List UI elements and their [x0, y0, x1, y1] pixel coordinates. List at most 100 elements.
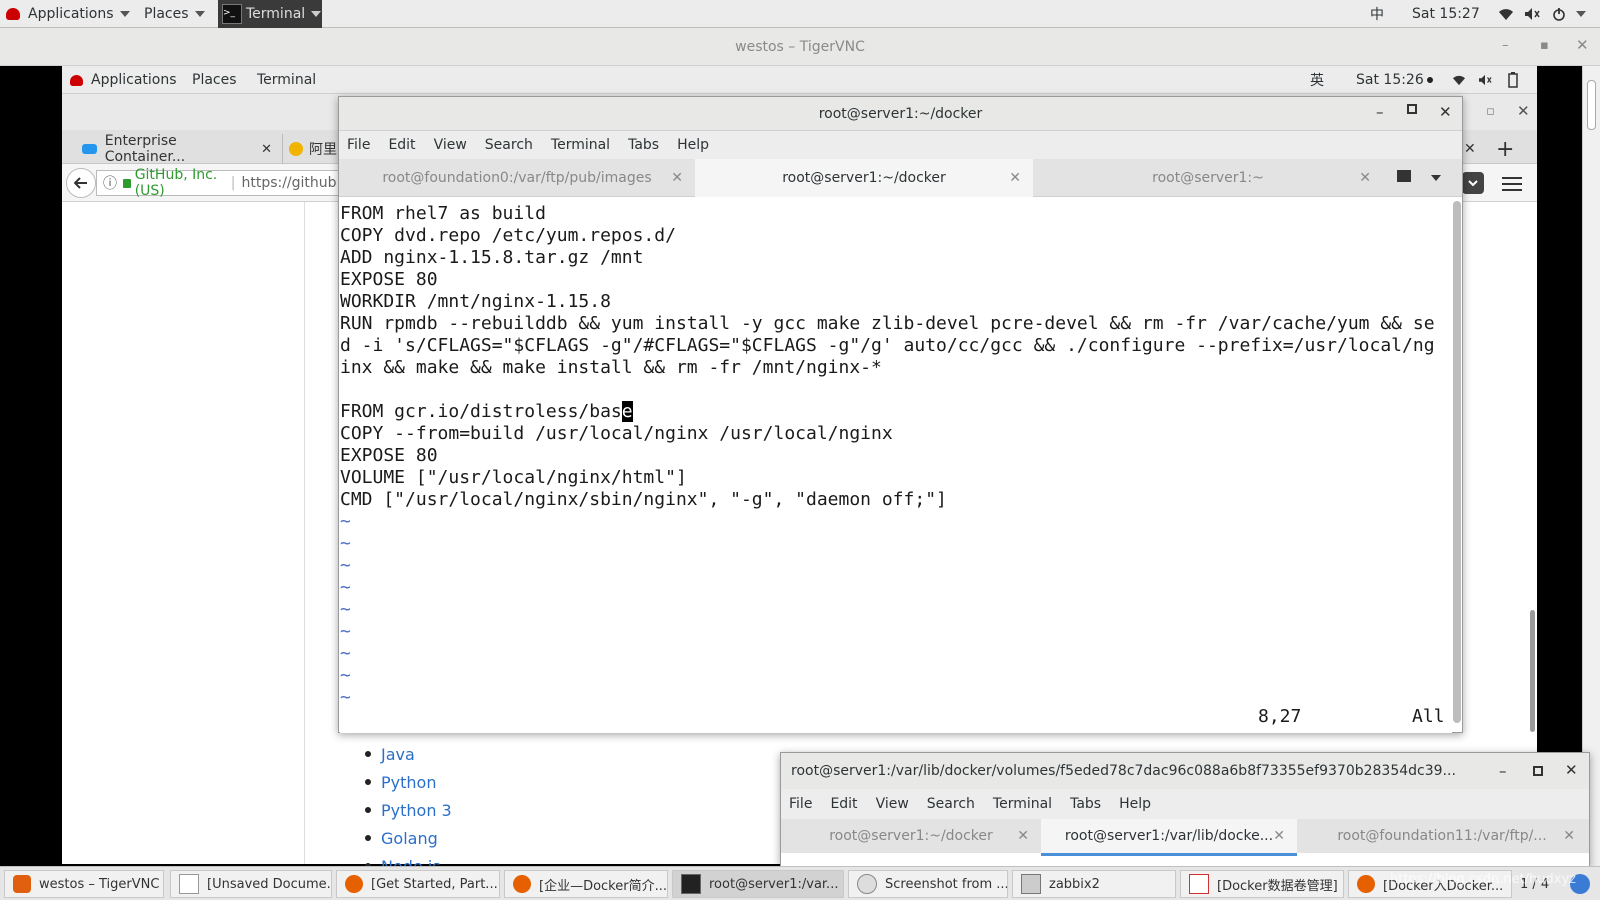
menu-terminal[interactable]: Terminal [551, 137, 610, 153]
menu-tabs[interactable]: Tabs [1070, 796, 1101, 812]
terminal-tab-server1[interactable]: root@server1:~ ✕ [1033, 159, 1383, 197]
terminal-window-2: root@server1:/var/lib/docker/volumes/f5e… [780, 752, 1590, 867]
volume-icon[interactable] [1524, 0, 1540, 28]
maximize-icon[interactable] [1407, 104, 1417, 114]
lock-icon [123, 178, 131, 188]
minimize-icon[interactable]: – [1502, 38, 1509, 53]
info-icon[interactable]: ⓘ [103, 173, 117, 193]
taskbar-item-label: Screenshot from ... [885, 876, 1008, 892]
host-places-menu[interactable]: Places [144, 0, 205, 28]
terminal-title: root@server1:~/docker [818, 106, 983, 122]
battery-icon[interactable] [1508, 66, 1518, 94]
taskbar-item-docker-volume[interactable]: [Docker数据卷管理] [1180, 870, 1344, 898]
terminal-scrollbar[interactable] [1453, 201, 1461, 723]
language-link[interactable]: Java [365, 740, 452, 768]
vnc-window-titlebar[interactable]: westos – TigerVNC – ▪ ✕ [0, 28, 1600, 66]
hamburger-menu-icon[interactable] [1502, 174, 1522, 192]
new-tab-icon[interactable] [1397, 170, 1411, 182]
minimize-icon[interactable]: – [1499, 762, 1507, 780]
maximize-icon[interactable]: ▪ [1540, 38, 1549, 53]
url-divider: | [230, 175, 236, 191]
vnc-scrollbar[interactable] [1582, 66, 1600, 866]
close-icon[interactable]: ✕ [1017, 828, 1029, 844]
terminal-content[interactable]: FROM rhel7 as build COPY dvd.repo /etc/y… [340, 197, 1452, 733]
menu-view[interactable]: View [434, 137, 467, 153]
terminal-titlebar[interactable]: root@server1:~/docker – ✕ [339, 97, 1462, 131]
remote-clock[interactable]: Sat 15:26 [1356, 66, 1433, 94]
host-clock[interactable]: Sat 15:27 [1412, 0, 1480, 28]
menu-search[interactable]: Search [927, 796, 975, 812]
firefox-tab-label: 阿里 [309, 142, 337, 158]
pocket-icon[interactable] [1462, 172, 1484, 194]
language-link[interactable]: Python [365, 768, 452, 796]
remote-places-menu[interactable]: Places [192, 66, 237, 94]
taskbar-item-firefox-1[interactable]: [Get Started, Part... [336, 870, 500, 898]
code-line: COPY dvd.repo /etc/yum.repos.d/ [340, 225, 676, 246]
wifi-icon[interactable] [1452, 66, 1466, 94]
minimize-icon[interactable]: – [1376, 103, 1384, 121]
menu-search[interactable]: Search [485, 137, 533, 153]
menu-help[interactable]: Help [677, 137, 709, 153]
document-icon [1189, 874, 1209, 894]
menu-file[interactable]: File [789, 796, 812, 812]
menu-edit[interactable]: Edit [830, 796, 857, 812]
taskbar-item-terminal[interactable]: root@server1:/var... [672, 870, 844, 898]
close-icon[interactable]: ✕ [1565, 761, 1578, 779]
maximize-icon[interactable]: ▫ [1486, 104, 1495, 119]
close-icon[interactable]: ✕ [1464, 134, 1478, 164]
taskbar-item-zabbix2[interactable]: zabbix2 [1012, 870, 1176, 898]
close-icon[interactable]: ✕ [671, 170, 683, 186]
menu-tabs[interactable]: Tabs [628, 137, 659, 153]
chevron-down-icon[interactable] [1431, 175, 1441, 181]
close-icon[interactable]: ✕ [1273, 828, 1285, 844]
chevron-down-icon[interactable] [1576, 0, 1586, 28]
maximize-icon[interactable] [1533, 766, 1543, 776]
back-arrow-icon[interactable] [66, 168, 96, 198]
volume-icon[interactable] [1478, 66, 1492, 94]
power-icon[interactable] [1552, 0, 1566, 28]
taskbar-item-firefox-2[interactable]: [企业—Docker简介... [504, 870, 668, 898]
code-line: inx && make && make install && rm -fr /m… [340, 357, 882, 378]
remote-terminal-menu[interactable]: Terminal [257, 66, 316, 94]
host-input-method[interactable]: 中 [1370, 0, 1384, 28]
language-link[interactable]: Golang [365, 824, 452, 852]
close-icon[interactable]: ✕ [1563, 828, 1575, 844]
terminal-tab-foundation0[interactable]: root@foundation0:/var/ftp/pub/images ✕ [339, 159, 696, 197]
remote-applications-menu[interactable]: Applications [70, 66, 177, 94]
close-icon[interactable]: ✕ [1576, 36, 1589, 54]
terminal2-tab-docker[interactable]: root@server1:~/docker ✕ [781, 819, 1042, 853]
terminal2-tab-foundation11[interactable]: root@foundation11:/var/ftp/... ✕ [1297, 819, 1587, 853]
wifi-icon[interactable] [1498, 0, 1514, 28]
code-line: FROM rhel7 as build [340, 203, 546, 224]
vnc-scrollbar-thumb[interactable] [1587, 80, 1596, 130]
menu-edit[interactable]: Edit [388, 137, 415, 153]
host-terminal-menu[interactable]: >_ Terminal [218, 0, 322, 28]
code-line: COPY --from=build /usr/local/nginx /usr/… [340, 423, 893, 444]
terminal2-titlebar[interactable]: root@server1:/var/lib/docker/volumes/f5e… [781, 753, 1589, 789]
language-link[interactable]: Python 3 [365, 796, 452, 824]
menu-terminal[interactable]: Terminal [993, 796, 1052, 812]
url-bar[interactable]: ⓘ GitHub, Inc. (US) | https://github. [96, 167, 342, 199]
remote-input-method[interactable]: 英 [1310, 66, 1324, 94]
scroll-status: All [1412, 706, 1445, 727]
ali-icon [289, 142, 303, 156]
new-tab-icon[interactable]: + [1496, 134, 1516, 164]
taskbar-item-gedit[interactable]: [Unsaved Docume... [170, 870, 332, 898]
close-icon[interactable]: ✕ [1359, 170, 1371, 186]
taskbar-item-tigervnc[interactable]: westos – TigerVNC [4, 870, 164, 898]
close-icon[interactable]: ✕ [261, 142, 272, 157]
terminal2-tab-volumes[interactable]: root@server1:/var/lib/docke... ✕ [1041, 819, 1297, 856]
menu-help[interactable]: Help [1119, 796, 1151, 812]
close-icon[interactable]: ✕ [1517, 102, 1530, 120]
firefox-tab-enterprise[interactable]: Enterprise Container... ✕ [82, 133, 272, 165]
terminal2-title: root@server1:/var/lib/docker/volumes/f5e… [791, 763, 1456, 779]
terminal-tab-label: root@server1:~ [1152, 170, 1264, 186]
page-scrollbar-thumb[interactable] [1530, 610, 1535, 732]
menu-file[interactable]: File [347, 137, 370, 153]
terminal-tab-docker[interactable]: root@server1:~/docker ✕ [695, 159, 1033, 200]
host-applications-menu[interactable]: Applications [6, 0, 130, 28]
menu-view[interactable]: View [876, 796, 909, 812]
close-icon[interactable]: ✕ [1009, 170, 1021, 186]
close-icon[interactable]: ✕ [1439, 103, 1452, 121]
taskbar-item-screenshot[interactable]: Screenshot from ... [848, 870, 1008, 898]
